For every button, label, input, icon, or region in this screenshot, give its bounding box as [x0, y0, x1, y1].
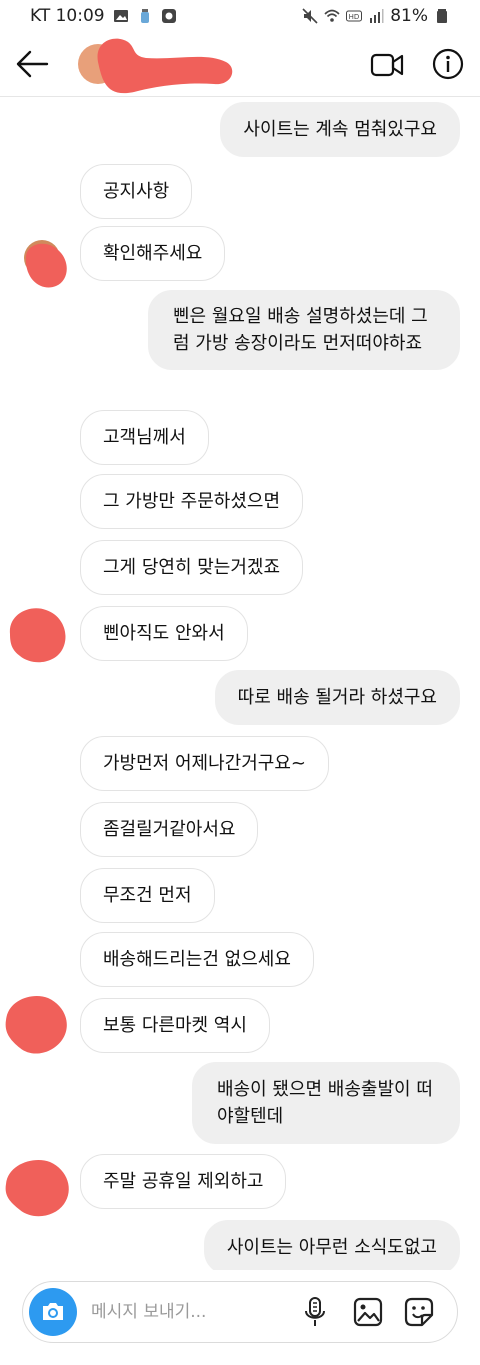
camera-button[interactable] [29, 1288, 77, 1336]
signal-icon [370, 9, 384, 23]
sender-avatar-redacted[interactable] [4, 604, 70, 666]
message-outgoing[interactable]: 배송이 됐으면 배송출발이 떠야할텐데 [192, 1062, 460, 1144]
status-bar: KT 10:09 HD 81% [0, 0, 480, 34]
message-incoming[interactable]: 그게 당연히 맞는거겠죠 [80, 540, 304, 595]
message-incoming[interactable]: 삔아직도 안와서 [80, 606, 248, 661]
message-incoming[interactable]: 그 가방만 주문하셨으면 [80, 474, 304, 529]
message-incoming[interactable]: 좀걸릴거같아서요 [80, 802, 259, 857]
svg-text:HD: HD [349, 13, 360, 21]
battery-percent: 81% [390, 6, 428, 26]
message-incoming[interactable]: 공지사항 [80, 164, 193, 219]
message-incoming[interactable]: 배송해드리는건 없으세요 [80, 932, 314, 987]
redacted-contact-name [97, 38, 233, 94]
message-outgoing[interactable]: 따로 배송 될거라 하셨구요 [214, 670, 460, 725]
message-incoming[interactable]: 고객님께서 [80, 410, 209, 465]
message-outgoing[interactable]: 사이트는 아무런 소식도없고 [203, 1220, 460, 1270]
bottle-notification-icon [140, 9, 149, 23]
sticker-button[interactable] [403, 1296, 435, 1328]
carrier-time: KT 10:09 [30, 6, 105, 26]
message-incoming[interactable]: 주말 공휴일 제외하고 [80, 1154, 287, 1209]
camera-icon [43, 1303, 63, 1320]
chat-header [0, 34, 480, 97]
message-thread[interactable]: 사이트는 계속 멈춰있구요 공지사항 확인해주세요 삔은 월요일 배송 설명하셨… [0, 96, 480, 1270]
message-incoming[interactable]: 가방먼저 어제나간거구요~ [80, 736, 329, 791]
microphone-button[interactable] [303, 1296, 327, 1328]
sender-avatar-redacted[interactable] [18, 236, 74, 292]
video-call-button[interactable] [370, 50, 404, 80]
hd-icon: HD [346, 10, 363, 22]
message-incoming[interactable]: 확인해주세요 [80, 226, 226, 281]
message-composer [22, 1281, 458, 1343]
app-notification-icon [161, 9, 176, 23]
battery-icon [437, 9, 447, 23]
gallery-notification-icon [113, 10, 128, 22]
message-incoming[interactable]: 보통 다른마켓 역시 [80, 998, 270, 1053]
message-input[interactable] [89, 1296, 289, 1328]
mute-icon [302, 8, 318, 24]
message-outgoing[interactable]: 삔은 월요일 배송 설명하셨는데 그럼 가방 송장이라도 먼저떠야하죠 [148, 290, 460, 370]
back-button[interactable] [14, 48, 50, 80]
message-outgoing[interactable]: 사이트는 계속 멈춰있구요 [220, 102, 460, 157]
gallery-button[interactable] [353, 1297, 383, 1327]
sender-avatar-redacted[interactable] [2, 1154, 74, 1220]
wifi-icon [324, 9, 340, 22]
sender-avatar-redacted[interactable] [2, 992, 72, 1058]
message-incoming[interactable]: 무조건 먼저 [80, 868, 215, 923]
info-button[interactable] [432, 48, 464, 80]
